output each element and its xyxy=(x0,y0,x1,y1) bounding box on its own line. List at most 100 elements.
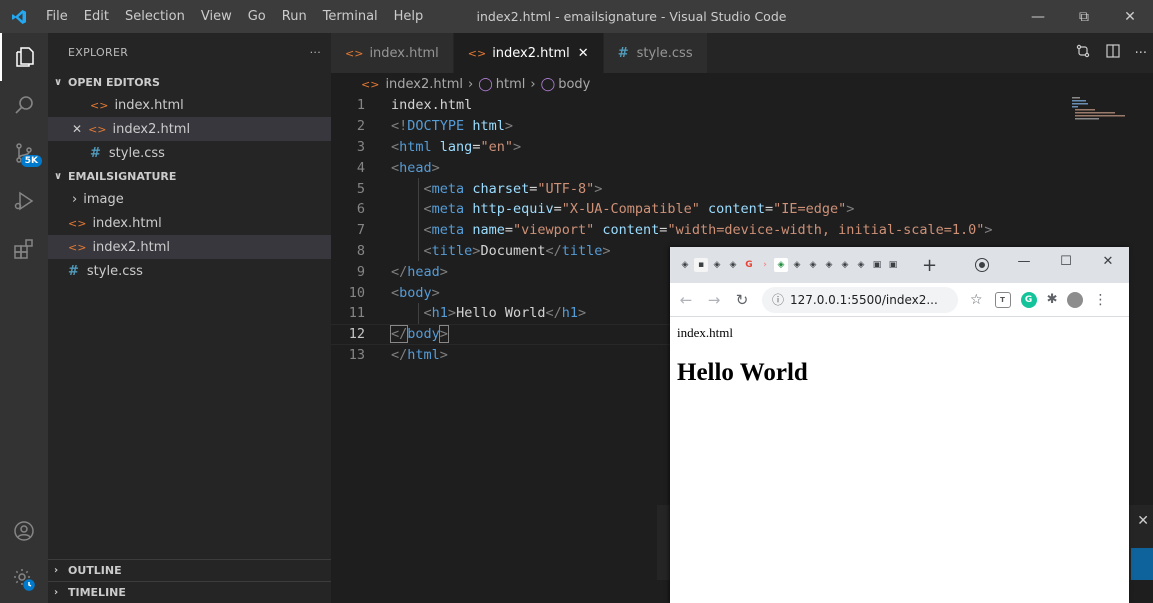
open-editor-label: style.css xyxy=(108,145,165,161)
browser-tab-icon[interactable]: ◈ xyxy=(774,258,788,272)
tab-style-css[interactable]: # style.css xyxy=(603,33,708,73)
code-token: < xyxy=(391,138,400,155)
browser-tab-icon[interactable]: › xyxy=(758,258,772,272)
open-editor-item[interactable]: # style.css xyxy=(48,141,331,165)
open-editor-item-active[interactable]: ✕ <> index2.html xyxy=(48,117,331,141)
html-icon: <> xyxy=(361,77,380,91)
manage-gear-icon[interactable] xyxy=(0,555,48,603)
breadcrumb-file[interactable]: index2.html xyxy=(385,77,463,92)
extensions-puzzle-icon[interactable]: ✱ xyxy=(1047,292,1058,307)
reload-icon[interactable]: ↻ xyxy=(734,291,750,309)
extensions-icon[interactable] xyxy=(0,225,48,273)
minimap[interactable] xyxy=(1070,95,1153,125)
css-icon: # xyxy=(90,145,101,161)
code-token: "IE=edge" xyxy=(773,201,847,218)
outline-section[interactable]: › OUTLINE xyxy=(48,559,331,581)
info-icon[interactable]: ⓘ xyxy=(772,291,784,308)
media-record-icon[interactable] xyxy=(976,259,988,271)
notification-action-button[interactable] xyxy=(1131,548,1153,580)
menu-selection[interactable]: Selection xyxy=(117,0,193,33)
url-text: 127.0.0.1:5500/index2... xyxy=(790,292,938,307)
run-debug-icon[interactable] xyxy=(0,177,48,225)
browser-tab-icon[interactable]: ◈ xyxy=(822,258,836,272)
code-token: > xyxy=(447,305,457,322)
menu-view[interactable]: View xyxy=(193,0,240,33)
code-line: 5 <meta charset="UTF-8"> xyxy=(331,178,1071,199)
browser-tab-icon[interactable]: ◈ xyxy=(806,258,820,272)
browser-tab-icon[interactable]: ▣ xyxy=(886,258,900,272)
line-number: 10 xyxy=(348,284,365,301)
code-token: > xyxy=(439,346,448,363)
explorer-header: EXPLORER ··· xyxy=(48,33,331,71)
code-token: Hello World xyxy=(456,305,546,322)
source-control-badge: 5K xyxy=(20,155,42,167)
address-bar[interactable]: ⓘ 127.0.0.1:5500/index2... xyxy=(762,286,958,313)
browser-maximize-button[interactable]: ☐ xyxy=(1045,247,1087,275)
menu-go[interactable]: Go xyxy=(240,0,274,33)
restore-button[interactable]: ⧉ xyxy=(1061,0,1107,33)
close-tab-icon[interactable]: ✕ xyxy=(578,46,589,61)
compare-changes-icon[interactable] xyxy=(1075,43,1091,63)
menu-edit[interactable]: Edit xyxy=(76,0,117,33)
profile-avatar[interactable] xyxy=(1067,291,1084,308)
browser-tab-icon[interactable]: ◈ xyxy=(710,258,724,272)
forward-arrow-icon[interactable]: → xyxy=(706,291,722,309)
browser-tabstrip: ◈ ▪ ◈ ◈ G › ◈ ◈ ◈ ◈ ◈ ◈ ▣ ▣ + — ☐ ✕ xyxy=(670,247,1129,283)
explorer-icon[interactable] xyxy=(0,33,48,81)
search-icon[interactable] xyxy=(0,81,48,129)
more-actions-button[interactable]: ··· xyxy=(310,46,321,59)
html-icon: <> xyxy=(345,46,364,60)
chevron-right-icon: › xyxy=(54,565,59,576)
breadcrumb: <> index2.html › ◯ html › ◯ body xyxy=(331,73,1153,95)
code-token: "UTF-8" xyxy=(537,180,595,197)
browser-tab-icon[interactable]: ◈ xyxy=(790,258,804,272)
line-number: 4 xyxy=(356,159,365,176)
tab-index-html[interactable]: <> index.html xyxy=(331,33,454,73)
folder-item[interactable]: <> index.html xyxy=(48,211,331,235)
google-tab-icon[interactable]: G xyxy=(742,258,756,272)
code-token: meta xyxy=(431,180,465,197)
browser-minimize-button[interactable]: — xyxy=(1003,247,1045,275)
browser-tab-icon[interactable]: ◈ xyxy=(726,258,740,272)
close-icon[interactable]: ✕ xyxy=(72,122,82,136)
code-token: body xyxy=(399,284,432,301)
folder-section[interactable]: ∨ EMAILSIGNATURE xyxy=(48,165,331,187)
browser-tab-icon[interactable]: ◈ xyxy=(854,258,868,272)
close-button[interactable]: ✕ xyxy=(1107,0,1153,33)
back-arrow-icon[interactable]: ← xyxy=(678,291,694,309)
menu-terminal[interactable]: Terminal xyxy=(315,0,386,33)
folder-item-image[interactable]: › image xyxy=(48,187,331,211)
browser-tab-icon[interactable]: ◈ xyxy=(678,258,692,272)
breadcrumb-html[interactable]: html xyxy=(496,77,526,92)
timeline-section[interactable]: › TIMELINE xyxy=(48,581,331,603)
minimize-button[interactable]: — xyxy=(1015,0,1061,33)
open-editor-item[interactable]: <> index.html xyxy=(48,93,331,117)
browser-tab-icon[interactable]: ▪ xyxy=(694,258,708,272)
menu-run[interactable]: Run xyxy=(274,0,315,33)
menu-help[interactable]: Help xyxy=(386,0,432,33)
accounts-icon[interactable] xyxy=(0,507,48,555)
split-editor-icon[interactable] xyxy=(1105,43,1121,63)
css-icon: # xyxy=(68,263,79,279)
folder-item[interactable]: # style.css xyxy=(48,259,331,283)
page-text: index.html xyxy=(677,325,733,340)
code-token: html xyxy=(399,138,432,155)
tab-index2-html[interactable]: <> index2.html ✕ xyxy=(453,33,604,73)
open-editors-section[interactable]: ∨ OPEN EDITORS xyxy=(48,71,331,93)
browser-tab-icon[interactable]: ▣ xyxy=(870,258,884,272)
notification-close-icon[interactable]: ✕ xyxy=(1137,513,1149,529)
browser-tab-icon[interactable]: ◈ xyxy=(838,258,852,272)
menu-file[interactable]: File xyxy=(38,0,76,33)
browser-close-button[interactable]: ✕ xyxy=(1087,247,1129,275)
extension-t-icon[interactable]: T xyxy=(994,291,1011,308)
bookmark-star-icon[interactable]: ☆ xyxy=(970,292,983,308)
folder-item-selected[interactable]: <> index2.html xyxy=(48,235,331,259)
browser-menu-icon[interactable]: ⋮ xyxy=(1093,292,1107,308)
source-control-icon[interactable]: 5K xyxy=(0,129,48,177)
breadcrumb-body[interactable]: body xyxy=(558,77,590,92)
more-actions-icon[interactable]: ··· xyxy=(1135,46,1147,61)
code-token: = xyxy=(553,201,562,218)
new-tab-button[interactable]: + xyxy=(922,255,937,276)
grammarly-icon[interactable]: G xyxy=(1020,291,1037,308)
code-token: < xyxy=(423,222,432,239)
